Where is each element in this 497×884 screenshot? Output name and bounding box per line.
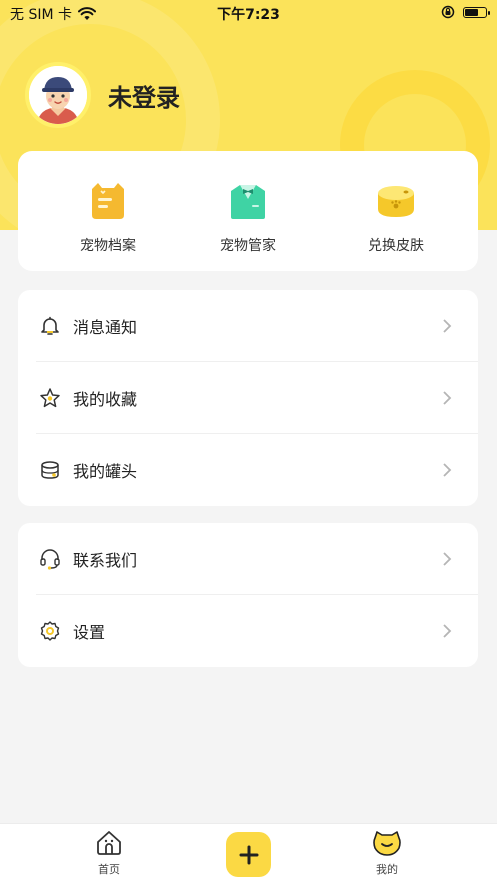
feature-label: 兑换皮肤 — [368, 238, 424, 254]
menu-item-label: 我的收藏 — [73, 390, 138, 409]
tab-label: 我的 — [376, 863, 398, 876]
feature-skin-exchange[interactable]: 兑换皮肤 — [336, 181, 456, 255]
menu-item-contact-us[interactable]: 联系我们 — [18, 523, 478, 595]
pet-butler-icon — [231, 185, 265, 219]
chevron-right-icon — [443, 391, 452, 405]
pet-file-icon — [92, 183, 124, 219]
orientation-lock-icon — [441, 5, 455, 19]
can-icon — [39, 459, 61, 481]
home-icon — [97, 831, 121, 855]
feature-pet-butler[interactable]: 宠物管家 — [188, 181, 308, 255]
menu-item-my-cans[interactable]: 我的罐头 — [18, 434, 478, 506]
settings-icon — [39, 620, 61, 642]
headset-icon — [39, 548, 61, 570]
tab-bar: 首页 我的 — [0, 823, 497, 884]
feature-pet-file[interactable]: 宠物档案 — [48, 181, 168, 255]
menu-group-1: 消息通知 我的收藏 我的罐头 — [18, 290, 478, 506]
status-time: 下午7:23 — [217, 7, 280, 23]
chevron-right-icon — [443, 463, 452, 477]
chevron-right-icon — [443, 552, 452, 566]
menu-item-label: 我的罐头 — [73, 462, 138, 481]
star-icon — [39, 387, 61, 409]
feature-label: 宠物档案 — [80, 238, 136, 254]
menu-item-favorites[interactable]: 我的收藏 — [18, 362, 478, 434]
tab-mine[interactable]: 我的 — [357, 830, 417, 877]
feature-label: 宠物管家 — [220, 238, 276, 254]
login-status[interactable]: 未登录 — [108, 78, 180, 113]
user-avatar-icon — [29, 66, 87, 124]
plus-icon — [239, 845, 258, 864]
menu-item-notifications[interactable]: 消息通知 — [18, 290, 478, 362]
menu-item-settings[interactable]: 设置 — [18, 595, 478, 667]
menu-item-label: 联系我们 — [73, 551, 138, 570]
battery-icon — [463, 6, 490, 18]
add-button[interactable] — [226, 832, 271, 877]
status-right — [441, 5, 490, 19]
battery-level — [465, 8, 479, 16]
status-bar: 无 SIM 卡 下午7:23 — [0, 0, 497, 26]
chevron-right-icon — [443, 319, 452, 333]
menu-item-label: 消息通知 — [73, 318, 138, 337]
avatar[interactable] — [25, 62, 91, 128]
pet-face-icon — [373, 831, 401, 856]
tab-label: 首页 — [98, 863, 120, 876]
menu-item-label: 设置 — [73, 623, 106, 642]
menu-group-2: 联系我们 设置 — [18, 523, 478, 667]
chevron-right-icon — [443, 624, 452, 638]
skin-can-icon — [378, 186, 414, 217]
bell-icon — [39, 315, 61, 337]
tab-home[interactable]: 首页 — [79, 830, 139, 877]
feature-card: 宠物档案 宠物管家 兑换皮肤 — [18, 151, 478, 271]
